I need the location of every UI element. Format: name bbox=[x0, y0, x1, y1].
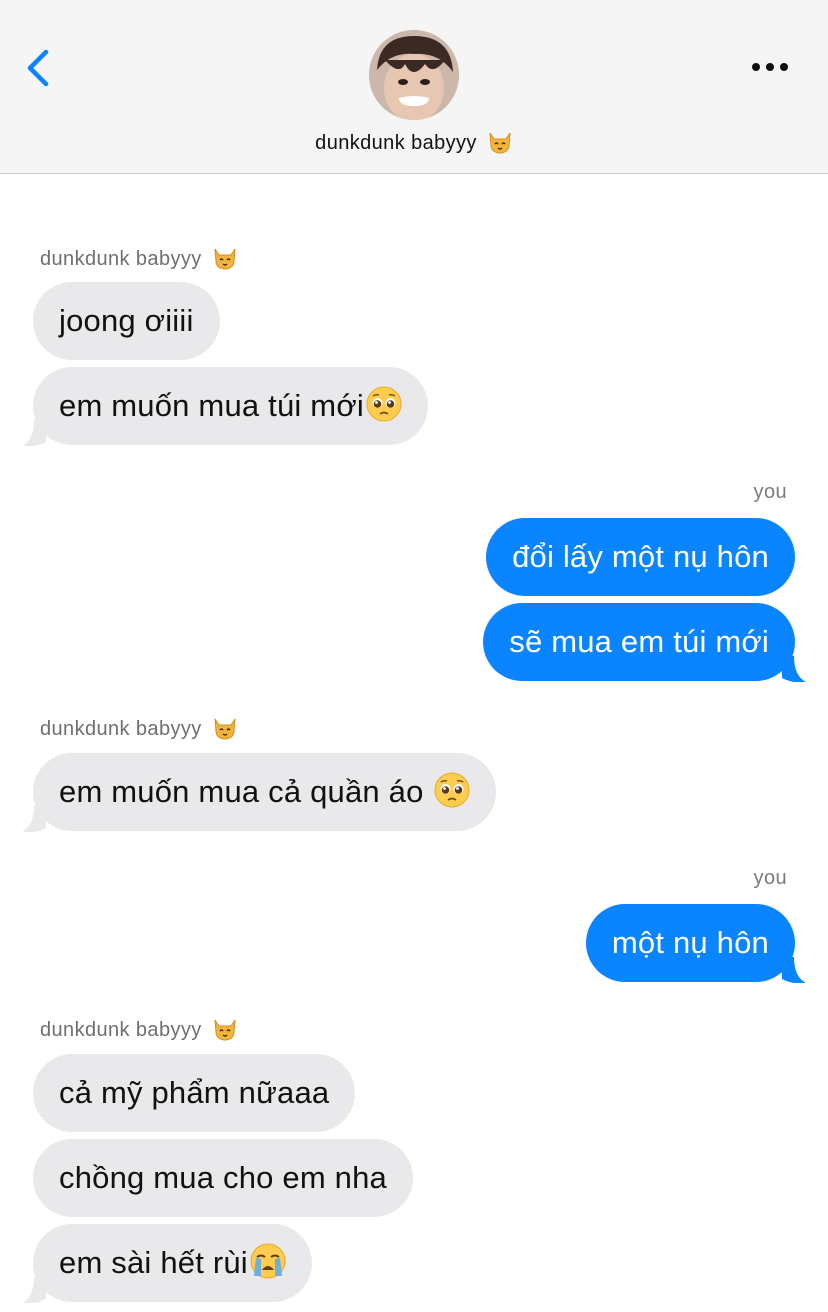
cat-face-icon bbox=[213, 1019, 236, 1041]
pleading-face-icon bbox=[366, 386, 402, 422]
sender-name: you bbox=[754, 867, 787, 890]
cat-face-icon bbox=[213, 718, 236, 740]
message-text: em muốn mua túi mới bbox=[59, 388, 364, 423]
chevron-left-icon bbox=[27, 49, 49, 87]
incoming-message-bubble[interactable]: em sài hết rùi bbox=[33, 1224, 312, 1302]
incoming-message-bubble[interactable]: cả mỹ phẩm nữaaa bbox=[33, 1054, 356, 1132]
cat-face-icon bbox=[213, 248, 236, 270]
sender-name-text: dunkdunk babyyy bbox=[40, 248, 202, 270]
message-text: joong ơiiii bbox=[59, 303, 194, 338]
chat-header: dunkdunk babyyy bbox=[0, 0, 828, 174]
pleading-face-icon bbox=[434, 772, 471, 808]
back-button[interactable] bbox=[20, 44, 60, 92]
message-text: một nụ hôn bbox=[611, 925, 769, 960]
incoming-bubble-tail bbox=[22, 1277, 46, 1303]
message-text: chồng mua cho em nha bbox=[59, 1160, 387, 1195]
incoming-message-bubble[interactable]: em muốn mua cả quần áo bbox=[33, 753, 497, 831]
avatar-photo bbox=[369, 30, 459, 120]
sender-name-text: dunkdunk babyyy bbox=[40, 718, 202, 740]
message-text: đổi lấy một nụ hôn bbox=[512, 539, 769, 574]
incoming-bubble-tail bbox=[22, 806, 46, 832]
message-text: sẽ mua em túi mới bbox=[509, 624, 769, 659]
sender-name-text: you bbox=[753, 867, 787, 889]
ellipsis-icon bbox=[752, 63, 788, 71]
sender-name: you bbox=[754, 481, 787, 504]
contact-name[interactable]: dunkdunk babyyy bbox=[0, 128, 828, 155]
incoming-message-bubble[interactable]: joong ơiiii bbox=[33, 282, 220, 360]
contact-avatar[interactable] bbox=[369, 30, 459, 120]
incoming-message-bubble[interactable]: chồng mua cho em nha bbox=[33, 1139, 413, 1217]
incoming-message-bubble[interactable]: em muốn mua túi mới bbox=[33, 367, 428, 445]
message-text: em muốn mua cả quần áo bbox=[59, 774, 433, 809]
outgoing-message-bubble[interactable]: sẽ mua em túi mới bbox=[483, 603, 795, 681]
outgoing-bubble-tail bbox=[782, 656, 806, 682]
outgoing-message-bubble[interactable]: một nụ hôn bbox=[585, 904, 795, 982]
contact-name-text: dunkdunk babyyy bbox=[315, 132, 477, 154]
outgoing-message-bubble[interactable]: đổi lấy một nụ hôn bbox=[486, 518, 795, 596]
sender-name: dunkdunk babyyy bbox=[40, 714, 238, 741]
sender-name: dunkdunk babyyy bbox=[40, 244, 238, 271]
crying-face-icon bbox=[249, 1243, 286, 1279]
outgoing-bubble-tail bbox=[782, 957, 806, 983]
incoming-bubble-tail bbox=[22, 420, 46, 446]
sender-name-text: dunkdunk babyyy bbox=[40, 1019, 202, 1041]
more-options-button[interactable] bbox=[748, 54, 792, 80]
message-text: em sài hết rùi bbox=[59, 1245, 248, 1280]
cat-face-icon bbox=[489, 132, 511, 154]
message-text: cả mỹ phẩm nữaaa bbox=[59, 1075, 330, 1110]
sender-name: dunkdunk babyyy bbox=[40, 1015, 238, 1042]
sender-name-text: you bbox=[753, 481, 787, 503]
